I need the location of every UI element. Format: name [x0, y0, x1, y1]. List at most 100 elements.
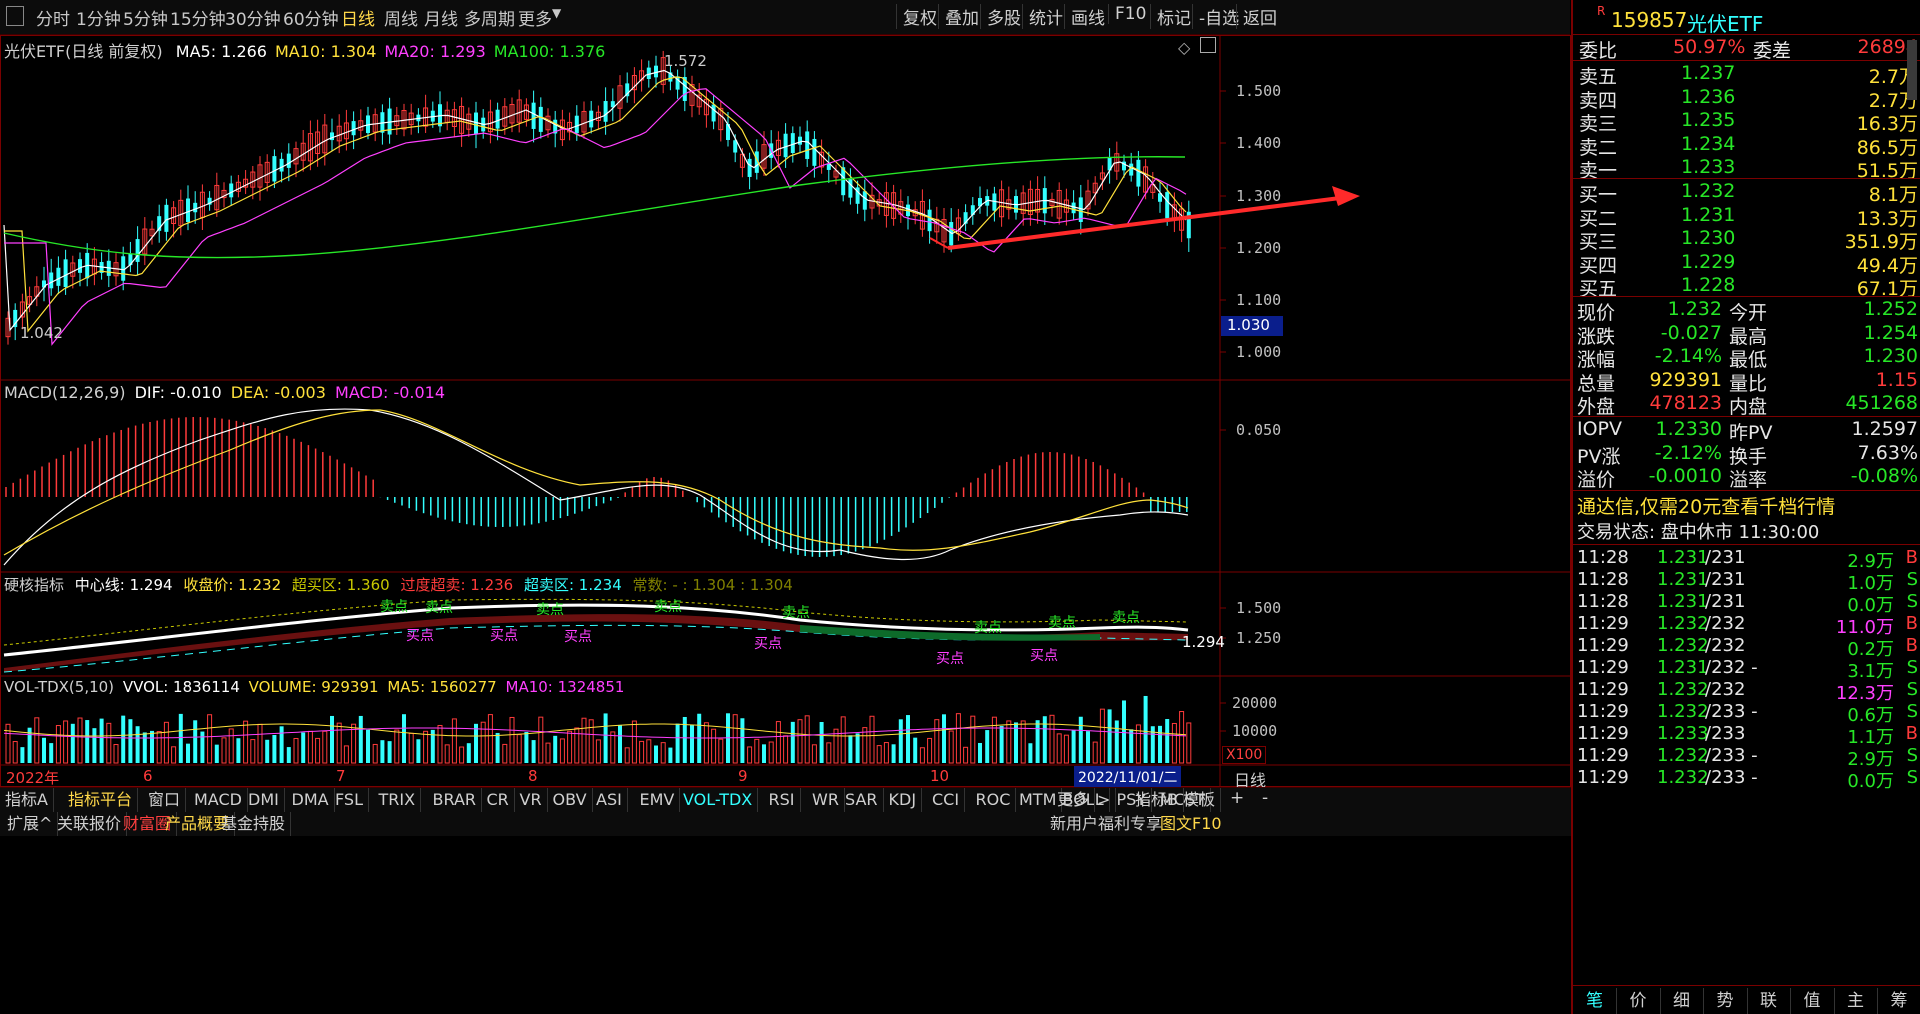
- orderbook-scrollbar[interactable]: [1907, 40, 1917, 100]
- candle-body: [78, 259, 82, 273]
- tick-price: 1.232: [1657, 767, 1709, 788]
- volume-bar: [545, 742, 551, 764]
- volume-bar: [1035, 720, 1040, 763]
- tick-volume: 0.0万: [1847, 771, 1894, 792]
- volume-bar: [5, 723, 11, 764]
- buys-level[interactable]: 买二 1.231 13.3万: [1573, 204, 1920, 230]
- indicator-tab[interactable]: FSL: [330, 788, 369, 812]
- candle-body: [790, 133, 795, 154]
- volume-bar: [754, 738, 760, 764]
- volume-title: VOL-TDX(5,10): [4, 678, 115, 696]
- tick-time: 11:28: [1577, 569, 1629, 590]
- volume-ma5: MA5: 1560277: [387, 678, 497, 696]
- volume-bar: [963, 746, 969, 764]
- volume-ma10: MA10: 1324851: [505, 678, 625, 696]
- new-user-promo-link[interactable]: 新用户福利专享: [1050, 812, 1162, 836]
- indicator-tab[interactable]: 指标平台: [63, 788, 139, 812]
- indicator-tab[interactable]: DMA: [287, 788, 335, 812]
- indicator-tab[interactable]: 指标B: [1130, 788, 1184, 812]
- quote-header: R 159857 光伏ETF: [1573, 4, 1920, 36]
- tick-time: 11:28: [1577, 547, 1629, 568]
- sells-level[interactable]: 卖五 1.237 2.7万: [1573, 62, 1920, 88]
- indicator-tab[interactable]: VOL-TDX: [678, 788, 759, 812]
- candle-body: [927, 209, 932, 232]
- tick-side: B: [1905, 635, 1918, 656]
- quote-tab[interactable]: 势: [1704, 988, 1748, 1014]
- quote-tab[interactable]: 细: [1660, 988, 1704, 1014]
- x-label-month: 10: [930, 767, 950, 785]
- indicator-tab[interactable]: TRIX: [374, 788, 422, 812]
- buys-level[interactable]: 买三 1.230 351.9万: [1573, 227, 1920, 253]
- indicator-tab[interactable]: KDJ: [884, 788, 923, 812]
- f10-tab[interactable]: 图文F10: [1160, 812, 1222, 836]
- y-label: 1.000: [1236, 343, 1282, 361]
- volume-bar: [336, 722, 342, 764]
- indicator-tab[interactable]: 模板: [1178, 788, 1222, 812]
- indicator-tab[interactable]: 更多: [1052, 788, 1096, 812]
- volume-bar: [315, 737, 321, 764]
- indicator-tab[interactable]: ROC: [971, 788, 1017, 812]
- hardcore-normal: 常数: - : 1.304 : 1.304: [632, 576, 793, 594]
- tick-price: 1.232: [1657, 635, 1709, 656]
- ad-text[interactable]: 通达信,仅需20元查看千档行情: [1577, 492, 1835, 519]
- candle-body: [186, 198, 190, 222]
- bottom-tab[interactable]: 扩展^: [2, 812, 59, 836]
- sells-level[interactable]: 卖三 1.235 16.3万: [1573, 109, 1920, 135]
- x-label-month: 6: [143, 767, 153, 785]
- tick-price: 1.231: [1657, 569, 1709, 590]
- indicator-tab[interactable]: SAR: [840, 788, 884, 812]
- sells-level[interactable]: 卖四 1.236 2.7万: [1573, 86, 1920, 112]
- volume-bar: [307, 730, 313, 764]
- volume-bar: [55, 725, 61, 764]
- sells-level[interactable]: 卖二 1.234 86.5万: [1573, 133, 1920, 159]
- volume-bar: [970, 715, 976, 764]
- quote-name: 光伏ETF: [1687, 12, 1764, 36]
- indicator-tab[interactable]: 窗口: [143, 788, 187, 812]
- indicator-tab[interactable]: CCI: [927, 788, 966, 812]
- indicator-tab[interactable]: OBV: [548, 788, 593, 812]
- ad-banner[interactable]: 通达信,仅需20元查看千档行情: [1573, 492, 1920, 518]
- volume-bar: [77, 717, 83, 764]
- tick-price: 1.232: [1657, 613, 1709, 634]
- indicator-tab[interactable]: EMV: [635, 788, 681, 812]
- quote-tab[interactable]: 联: [1747, 988, 1791, 1014]
- tick-side: S: [1906, 591, 1918, 612]
- quote-tab[interactable]: 主: [1834, 988, 1878, 1014]
- volume-bar: [898, 719, 903, 763]
- quote-tab[interactable]: 筹: [1878, 988, 1920, 1014]
- indicator-tab[interactable]: ASI: [591, 788, 628, 812]
- stat-value: -2.14%: [1654, 345, 1722, 367]
- indicator-tab[interactable]: CR: [482, 788, 515, 812]
- indicator-tab[interactable]: 指标A: [0, 788, 54, 812]
- buys-level[interactable]: 买一 1.232 8.1万: [1573, 180, 1920, 206]
- volume-bar: [366, 729, 370, 763]
- tick-ext: /233 -: [1705, 767, 1758, 788]
- candle-body: [574, 115, 579, 134]
- indicator-tab[interactable]: VR: [515, 788, 548, 812]
- zoom-in-button[interactable]: +: [1230, 788, 1244, 808]
- indicator-tab[interactable]: BRAR: [428, 788, 483, 812]
- indicator-tab[interactable]: >: [1092, 788, 1117, 812]
- volume-bar: [588, 719, 594, 764]
- buys-level[interactable]: 买四 1.229 49.4万: [1573, 251, 1920, 277]
- bottom-tabs: 扩展^ 关联报价 财富圈 产品概要 基金持股 新用户福利专享 图文F10: [0, 812, 1571, 836]
- indicator-tab[interactable]: RSI: [764, 788, 801, 812]
- candle-body: [798, 136, 802, 145]
- volume-bar: [163, 721, 169, 764]
- zoom-out-button[interactable]: -: [1262, 788, 1268, 808]
- volume-bar: [1071, 730, 1076, 763]
- volume-bar: [524, 731, 529, 763]
- volume-y-label: 10000: [1232, 722, 1278, 740]
- indicator-tab[interactable]: MACD: [189, 788, 248, 812]
- indicator-tab[interactable]: DMI: [243, 788, 285, 812]
- volume-bar: [840, 716, 846, 764]
- bottom-tab[interactable]: 基金持股: [216, 812, 292, 836]
- volume-bar: [711, 728, 717, 764]
- volume-bar: [444, 744, 450, 764]
- quote-tab[interactable]: 价: [1617, 988, 1661, 1014]
- bottom-tab[interactable]: 关联报价: [52, 812, 128, 836]
- quote-tab[interactable]: 值: [1791, 988, 1835, 1014]
- quote-tab[interactable]: 笔: [1573, 988, 1617, 1014]
- hardcore-center: 中心线: 1.294: [74, 576, 173, 594]
- volume-bar: [797, 719, 803, 764]
